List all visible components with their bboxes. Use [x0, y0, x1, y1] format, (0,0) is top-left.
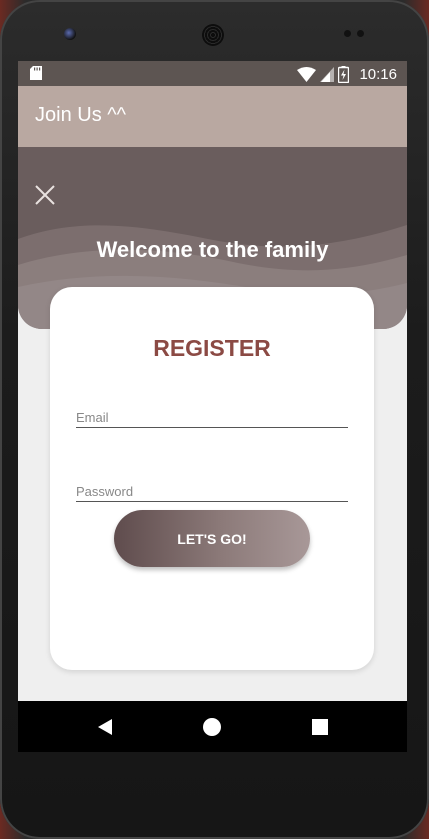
screen: 10:16 Join Us ^^ Welcome to the family R…	[18, 61, 407, 752]
back-icon[interactable]	[94, 716, 116, 738]
wifi-icon	[297, 66, 317, 82]
app-title: Join Us ^^	[35, 104, 127, 126]
app-bar: Join Us ^^	[18, 86, 407, 147]
recents-icon[interactable]	[309, 716, 331, 738]
close-icon[interactable]	[33, 183, 57, 207]
password-input[interactable]	[76, 484, 348, 499]
lets-go-button[interactable]: LET'S GO!	[114, 510, 310, 567]
password-field	[76, 475, 348, 502]
register-card: REGISTER LET'S GO!	[50, 287, 374, 670]
home-icon[interactable]	[201, 716, 223, 738]
cell-signal-icon	[320, 66, 335, 82]
device-frame: 10:16 Join Us ^^ Welcome to the family R…	[0, 0, 429, 839]
email-input[interactable]	[76, 410, 348, 425]
front-camera	[64, 28, 76, 40]
battery-charging-icon	[338, 65, 350, 83]
sd-card-icon	[30, 66, 42, 80]
status-bar: 10:16	[18, 61, 407, 86]
navigation-bar	[18, 701, 407, 752]
welcome-heading: Welcome to the family	[96, 237, 329, 262]
register-heading: REGISTER	[153, 335, 271, 361]
email-field	[76, 401, 348, 428]
status-time: 10:16	[359, 65, 397, 83]
earpiece-speaker	[202, 24, 224, 46]
proximity-sensor	[344, 30, 368, 38]
